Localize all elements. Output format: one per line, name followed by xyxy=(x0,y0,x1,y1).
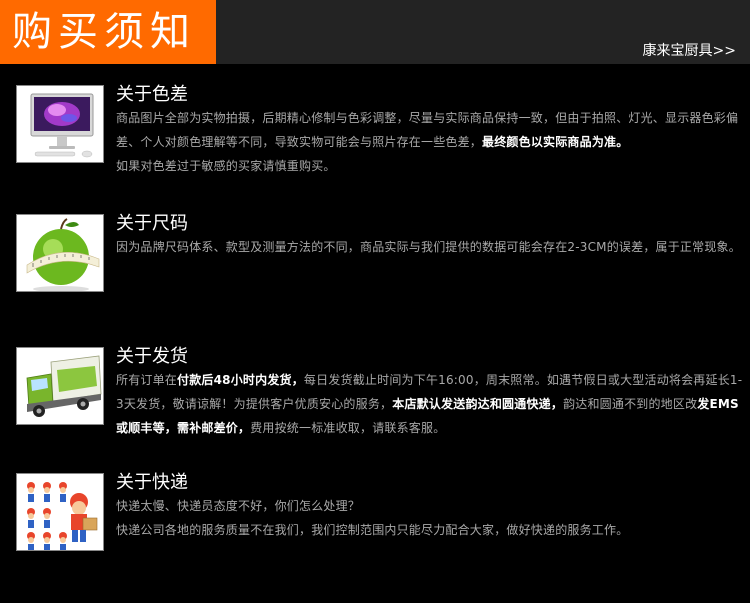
section-title: 关于尺码 xyxy=(116,213,188,234)
store-link[interactable]: 康来宝厨具>> xyxy=(643,40,736,60)
body-line: 如果对色差过于敏感的买家请慎重购买。 xyxy=(116,159,336,173)
body-line: 商品图片全部为实物拍摄，后期精心修制与色彩调整，尽量与实际商品保持一致，但由于拍… xyxy=(116,111,739,149)
emphasis-text: 付款后48小时内发货， xyxy=(177,373,304,387)
page-title: 购买须知 xyxy=(0,0,216,64)
section-courier: 关于快递 快递太慢、快递员态度不好，你们怎么处理？ 快递公司各地的服务质量不在我… xyxy=(16,472,746,563)
section-body: 商品图片全部为实物拍摄，后期精心修制与色彩调整，尽量与实际商品保持一致，但由于拍… xyxy=(116,106,746,178)
computer-monitor-icon xyxy=(16,85,104,163)
body-paragraph: 所有订单在付款后48小时内发货，每日发货截止时间为下午16:00，周末照常。如遇… xyxy=(116,373,743,435)
section-color: 关于色差 商品图片全部为实物拍摄，后期精心修制与色彩调整，尽量与实际商品保持一致… xyxy=(16,84,746,178)
apple-measuring-tape-icon xyxy=(16,214,104,292)
section-title: 关于色差 xyxy=(116,84,188,105)
body-line: 快递公司各地的服务质量不在我们，我们控制范围内只能尽力配合大家，做好快递的服务工… xyxy=(116,523,629,537)
courier-figures-icon xyxy=(16,473,104,551)
emphasis-text: 本店默认发送韵达和圆通快递， xyxy=(392,397,564,411)
section-title: 关于发货 xyxy=(116,346,188,367)
section-size: 关于尺码 因为品牌尺码体系、款型及测量方法的不同，商品实际与我们提供的数据可能会… xyxy=(16,213,746,304)
body-line: 因为品牌尺码体系、款型及测量方法的不同，商品实际与我们提供的数据可能会存在2-3… xyxy=(116,240,741,254)
section-body: 因为品牌尺码体系、款型及测量方法的不同，商品实际与我们提供的数据可能会存在2-3… xyxy=(116,235,746,259)
section-body: 所有订单在付款后48小时内发货，每日发货截止时间为下午16:00，周末照常。如遇… xyxy=(116,368,746,440)
section-body: 快递太慢、快递员态度不好，你们怎么处理？ 快递公司各地的服务质量不在我们，我们控… xyxy=(116,494,746,542)
section-title: 关于快递 xyxy=(116,472,188,493)
section-shipping: 关于发货 所有订单在付款后48小时内发货，每日发货截止时间为下午16:00，周末… xyxy=(16,346,746,440)
delivery-truck-icon xyxy=(16,347,104,425)
emphasis-text: 最终颜色以实际商品为准。 xyxy=(482,135,629,149)
header-bar: 购买须知 康来宝厨具>> xyxy=(0,0,750,64)
body-line: 快递太慢、快递员态度不好，你们怎么处理？ xyxy=(116,499,361,513)
